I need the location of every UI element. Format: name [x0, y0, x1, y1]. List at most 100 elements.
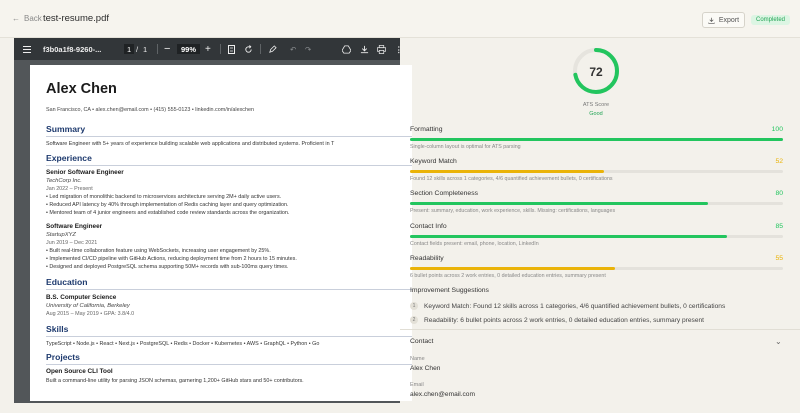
metric-score: 80	[775, 190, 783, 197]
export-button[interactable]: Export	[702, 12, 745, 28]
pen-icon[interactable]	[268, 38, 277, 60]
metric-bar-track	[410, 170, 783, 173]
toolbar-divider	[157, 44, 158, 54]
metric-row: Section Completeness 80 Present: summary, …	[410, 190, 783, 224]
school: University of California, Berkeley	[46, 303, 130, 309]
contact-email-value: alex.chen@email.com	[410, 391, 475, 398]
fit-page-icon[interactable]	[228, 38, 235, 60]
resume-contact: San Francisco, CA • alex.chen@email.com …	[46, 107, 254, 113]
pdf-doc-title: f3b0a1f8-9260-...	[43, 44, 102, 54]
page-separator: /	[136, 44, 139, 54]
download-icon	[708, 17, 715, 24]
contact-email-label: Email	[410, 382, 424, 388]
job-title: Senior Software Engineer	[46, 169, 124, 176]
section-rule	[46, 336, 412, 337]
metric-name: Section Completeness	[410, 190, 479, 197]
app-header: ← Back test-resume.pdf Export Completed	[0, 0, 800, 38]
metric-row: Formatting 100 Single-column layout is opt…	[410, 126, 783, 160]
experience-heading: Experience	[46, 153, 92, 163]
metric-bar-track	[410, 138, 783, 141]
skills-list: TypeScript • Node.js • React • Next.js •…	[46, 341, 320, 347]
job-dates: Jan 2022 – Present	[46, 186, 93, 192]
toolbar-divider	[220, 44, 221, 54]
job-bullet: • Implemented CI/CD pipeline with GitHub…	[46, 256, 297, 262]
ats-score-value: 72	[589, 65, 603, 79]
suggestion-item: 1 Keyword Match: Found 12 skills across …	[410, 302, 725, 310]
metric-bar-fill	[410, 235, 728, 238]
pdf-toolbar: f3b0a1f8-9260-... 1 / 1 − 99% + ↶ ↷ ⋮	[14, 38, 403, 60]
metric-name: Readability	[410, 255, 444, 262]
pdf-page: Alex Chen San Francisco, CA • alex.chen@…	[30, 65, 412, 401]
chevron-down-icon[interactable]: ⌄	[775, 337, 782, 346]
metric-score: 52	[775, 158, 783, 165]
projects-heading: Projects	[46, 352, 80, 362]
metric-description: Found 12 skills across 1 categories, 4/6…	[410, 176, 613, 182]
degree: B.S. Computer Science	[46, 294, 117, 301]
metric-description: 6 bullet points across 2 work entries, 0…	[410, 273, 606, 279]
metric-name: Contact Info	[410, 223, 447, 230]
suggestion-number: 1	[410, 302, 418, 310]
metric-row: Keyword Match 52 Found 12 skills across 1 …	[410, 158, 783, 192]
summary-text: Software Engineer with 5+ years of exper…	[46, 141, 335, 147]
back-label: Back	[24, 14, 42, 23]
ats-grade: Good	[589, 111, 603, 117]
contact-name-value: Alex Chen	[410, 365, 441, 372]
improvement-title: Improvement Suggestions	[410, 287, 489, 294]
metric-score: 85	[775, 223, 783, 230]
suggestion-item: 2 Readability: 6 bullet points across 2 …	[410, 316, 704, 324]
metric-row: Readability 55 6 bullet points across 2 wo…	[410, 255, 783, 289]
metric-row: Contact Info 85 Contact fields present: em…	[410, 223, 783, 257]
section-rule	[46, 364, 412, 365]
metric-description: Single-column layout is optimal for ATS …	[410, 144, 521, 150]
project-description: Built a command-line utility for parsing…	[46, 378, 304, 384]
job-dates: Jun 2019 – Dec 2021	[46, 240, 98, 246]
job-bullet: • Mentored team of 4 junior engineers an…	[46, 210, 290, 216]
metric-name: Formatting	[410, 126, 443, 133]
metric-bar-fill	[410, 267, 616, 270]
drive-icon[interactable]	[342, 38, 351, 60]
section-rule	[46, 289, 412, 290]
plus-icon[interactable]: +	[205, 38, 211, 60]
metric-bar-fill	[410, 138, 783, 141]
pdf-viewer: f3b0a1f8-9260-... 1 / 1 − 99% + ↶ ↷ ⋮ Al…	[14, 38, 412, 403]
contact-heading[interactable]: Contact	[410, 338, 433, 345]
download-icon[interactable]	[360, 38, 369, 60]
metric-description: Present: summary, education, work experi…	[410, 208, 616, 214]
minus-icon[interactable]: −	[164, 38, 170, 60]
page-number-input[interactable]: 1	[124, 44, 135, 54]
toolbar-divider	[260, 44, 261, 54]
section-divider	[400, 329, 800, 330]
metric-score: 100	[771, 126, 783, 133]
zoom-input[interactable]: 99%	[177, 44, 201, 54]
job-company: StartupXYZ	[46, 232, 76, 238]
suggestion-text: Keyword Match: Found 12 skills across 1 …	[424, 302, 726, 310]
education-dates: Aug 2015 – May 2019 • GPA: 3.8/4.0	[46, 311, 135, 317]
rotate-icon[interactable]	[244, 38, 253, 60]
resume-name: Alex Chen	[46, 81, 117, 97]
metric-description: Contact fields present: email, phone, lo…	[410, 241, 539, 247]
suggestion-number: 2	[410, 316, 418, 324]
metric-bar-fill	[410, 170, 604, 173]
metric-bar-track	[410, 267, 783, 270]
contact-name-label: Name	[410, 356, 425, 362]
hamburger-icon[interactable]	[23, 38, 31, 60]
undo-icon[interactable]: ↶	[290, 38, 296, 60]
skills-heading: Skills	[46, 324, 69, 334]
education-heading: Education	[46, 277, 88, 287]
export-label: Export	[718, 16, 740, 24]
section-rule	[46, 165, 412, 166]
summary-heading: Summary	[46, 124, 86, 134]
ats-score-label: ATS Score	[582, 102, 610, 108]
status-badge: Completed	[751, 15, 790, 25]
suggestion-text: Readability: 6 bullet points across 2 wo…	[424, 316, 705, 324]
metric-score: 55	[775, 255, 783, 262]
redo-icon[interactable]: ↷	[305, 38, 311, 60]
print-icon[interactable]	[377, 38, 386, 60]
file-title: test-resume.pdf	[43, 13, 109, 24]
arrow-left-icon: ←	[12, 14, 20, 23]
job-bullet: • Built real-time collaboration feature …	[46, 248, 271, 254]
metric-bar-track	[410, 202, 783, 205]
metric-bar-track	[410, 235, 783, 238]
job-bullet: • Reduced API latency by 40% through imp…	[46, 202, 289, 208]
back-button[interactable]: ← Back	[12, 14, 42, 23]
